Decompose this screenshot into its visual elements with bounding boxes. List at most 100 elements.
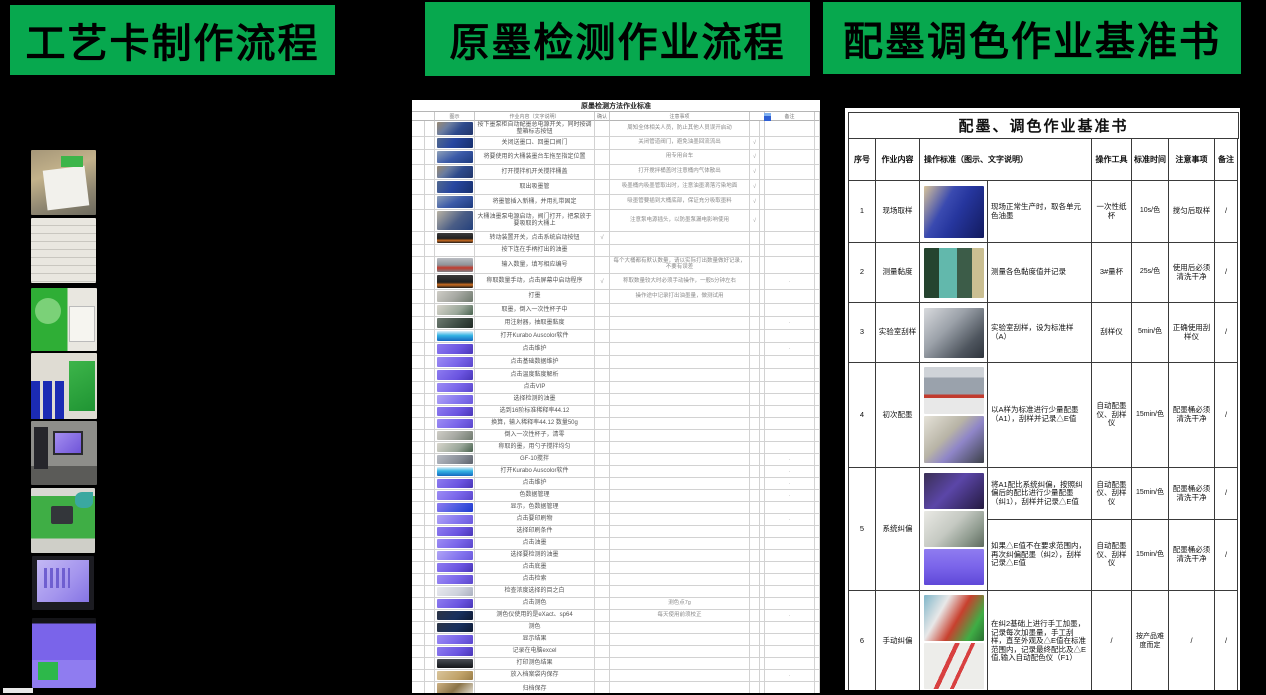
row-index-cell <box>412 430 425 442</box>
check-cell <box>595 195 610 210</box>
worksheet-row: GF-10搅拌 · <box>412 454 820 466</box>
mark-cell <box>750 232 760 245</box>
cell-photos <box>920 591 988 690</box>
row-group-cell <box>425 430 435 442</box>
step-text-cell: 大桶油墨泵电源启动，阀门打开，把泵放于要吸取的大桶上 <box>475 210 595 232</box>
row-photo-cell <box>435 610 475 622</box>
row-index-cell <box>412 670 425 682</box>
row-index-cell <box>412 195 425 210</box>
cell-time: 25s/色 <box>1132 243 1169 303</box>
banner-process-card-flow: 工艺卡制作流程 <box>10 5 335 75</box>
row-group-cell <box>425 195 435 210</box>
row-photo-cell <box>435 526 475 538</box>
row-photo-cell <box>435 180 475 195</box>
cell-no: 3 <box>849 303 876 363</box>
row-group-cell <box>425 526 435 538</box>
step-text-cell: 记录在电脑excel <box>475 646 595 658</box>
col-task: 作业内容 <box>876 139 920 181</box>
step-photo <box>437 623 473 632</box>
mark-cell <box>750 290 760 304</box>
worksheet-row: 打开Kurabo Auscolor软件 · <box>412 466 820 478</box>
row-photo-cell <box>435 317 475 330</box>
row-group-cell <box>425 257 435 274</box>
col-standard: 操作标准（图示、文字说明） <box>920 139 1092 181</box>
note-cell <box>610 550 750 562</box>
edge-cell <box>815 670 820 682</box>
row-index-cell <box>412 180 425 195</box>
cell-task: 初次配墨 <box>876 363 920 468</box>
step-text-cell: 打墨 <box>475 290 595 304</box>
mark-cell <box>750 658 760 670</box>
remark-cell <box>765 526 815 538</box>
mark-cell <box>750 526 760 538</box>
cell-standard: 现场正常生产时，取各单元色油墨 <box>988 181 1092 243</box>
cell-tool: 一次性纸杯 <box>1092 181 1132 243</box>
step-photo <box>437 587 473 596</box>
mark-cell <box>750 634 760 646</box>
mark-cell: √ <box>750 210 760 232</box>
row-photo-cell <box>435 330 475 343</box>
row-photo-cell <box>435 290 475 304</box>
step-photo <box>437 395 473 404</box>
step-photo <box>437 419 473 428</box>
row-group-cell <box>425 514 435 526</box>
edge-cell <box>815 466 820 478</box>
row-photo-cell <box>435 658 475 670</box>
row-group-cell <box>425 646 435 658</box>
row-photo-cell <box>435 430 475 442</box>
step-photo <box>437 659 473 668</box>
remark-cell: · <box>765 454 815 466</box>
step-photo <box>437 467 473 476</box>
spectro-desk-photo <box>924 416 984 463</box>
mark-cell <box>750 442 760 454</box>
worksheet-row: 将墨管插入新桶，并用扎带固定 吸墨管要插到大桶底部，保证充分吸取墨料 √ <box>412 195 820 210</box>
edge-cell <box>815 232 820 245</box>
row-index-cell <box>412 478 425 490</box>
photo-purple-screen-green-patch <box>32 618 96 688</box>
check-cell <box>595 502 610 514</box>
row-photo-cell <box>435 406 475 418</box>
worksheet-row: 色数据管理 · <box>412 490 820 502</box>
row-index-cell <box>412 658 425 670</box>
step-photo <box>437 275 473 288</box>
edge-cell <box>815 317 820 330</box>
remark-cell <box>765 502 815 514</box>
step-photo <box>437 671 473 680</box>
cell-care: 搅匀后取样 <box>1169 181 1215 243</box>
cell-standard: 实验室刮样，设为标准样（A） <box>988 303 1092 363</box>
worksheet-row: 称取数量手动，点击屏幕中启动程序 √ 称取数量较大时必须手动操作，一般5分钟左右… <box>412 274 820 290</box>
table-row-1: 1 现场取样 现场正常生产时，取各单元色油墨 一次性纸杯 10s/色 搅匀后取样… <box>849 181 1239 243</box>
cell-remark: / <box>1215 520 1238 591</box>
worksheet-rows: 按下墨泵柜自动配墨总电源开关，同时按调整箱标志按钮 周知全体相关人员，防止其他人… <box>412 121 820 693</box>
worksheet-row: 取墨，倒入一次性杯子中 <box>412 304 820 317</box>
edge-cell <box>815 274 820 290</box>
check-cell <box>595 369 610 382</box>
row-photo-cell <box>435 502 475 514</box>
edge-cell <box>815 622 820 634</box>
row-group-cell <box>425 538 435 550</box>
check-cell <box>595 490 610 502</box>
check-cell: √ <box>595 232 610 245</box>
check-cell <box>595 550 610 562</box>
check-cell <box>595 586 610 598</box>
remark-cell <box>765 356 815 369</box>
worksheet-row: 选择要检测的油墨 <box>412 550 820 562</box>
row-group-cell <box>425 418 435 430</box>
cell-photos <box>920 303 988 363</box>
remark-cell <box>765 257 815 274</box>
subrow-1: 将A1配比系统纠偏，按照纠偏后的配比进行少量配墨（纠1），刮样并记录△E值 自动… <box>988 468 1238 520</box>
worksheet-row: 转动装置开关，点击系统启动按钮 √ <box>412 232 820 245</box>
step-photo <box>437 575 473 584</box>
step-photo <box>437 151 473 163</box>
subrow-2: 如果△E值不在要求范围内，再次纠偏配墨（纠2），刮样记录△E值 自动配墨仪、刮样… <box>988 520 1238 591</box>
step-photo <box>437 305 473 315</box>
check-cell <box>595 466 610 478</box>
step-text-cell: 放入档案袋内保存 <box>475 670 595 682</box>
row-group-cell <box>425 330 435 343</box>
step-text-cell: 换算，输入稀释率44.12 数量50g <box>475 418 595 430</box>
worksheet-row: 归档保存 <box>412 682 820 693</box>
step-text-cell: 显示结果 <box>475 634 595 646</box>
cell-no: 2 <box>849 243 876 303</box>
step-photo <box>437 233 473 243</box>
row-index-cell <box>412 574 425 586</box>
